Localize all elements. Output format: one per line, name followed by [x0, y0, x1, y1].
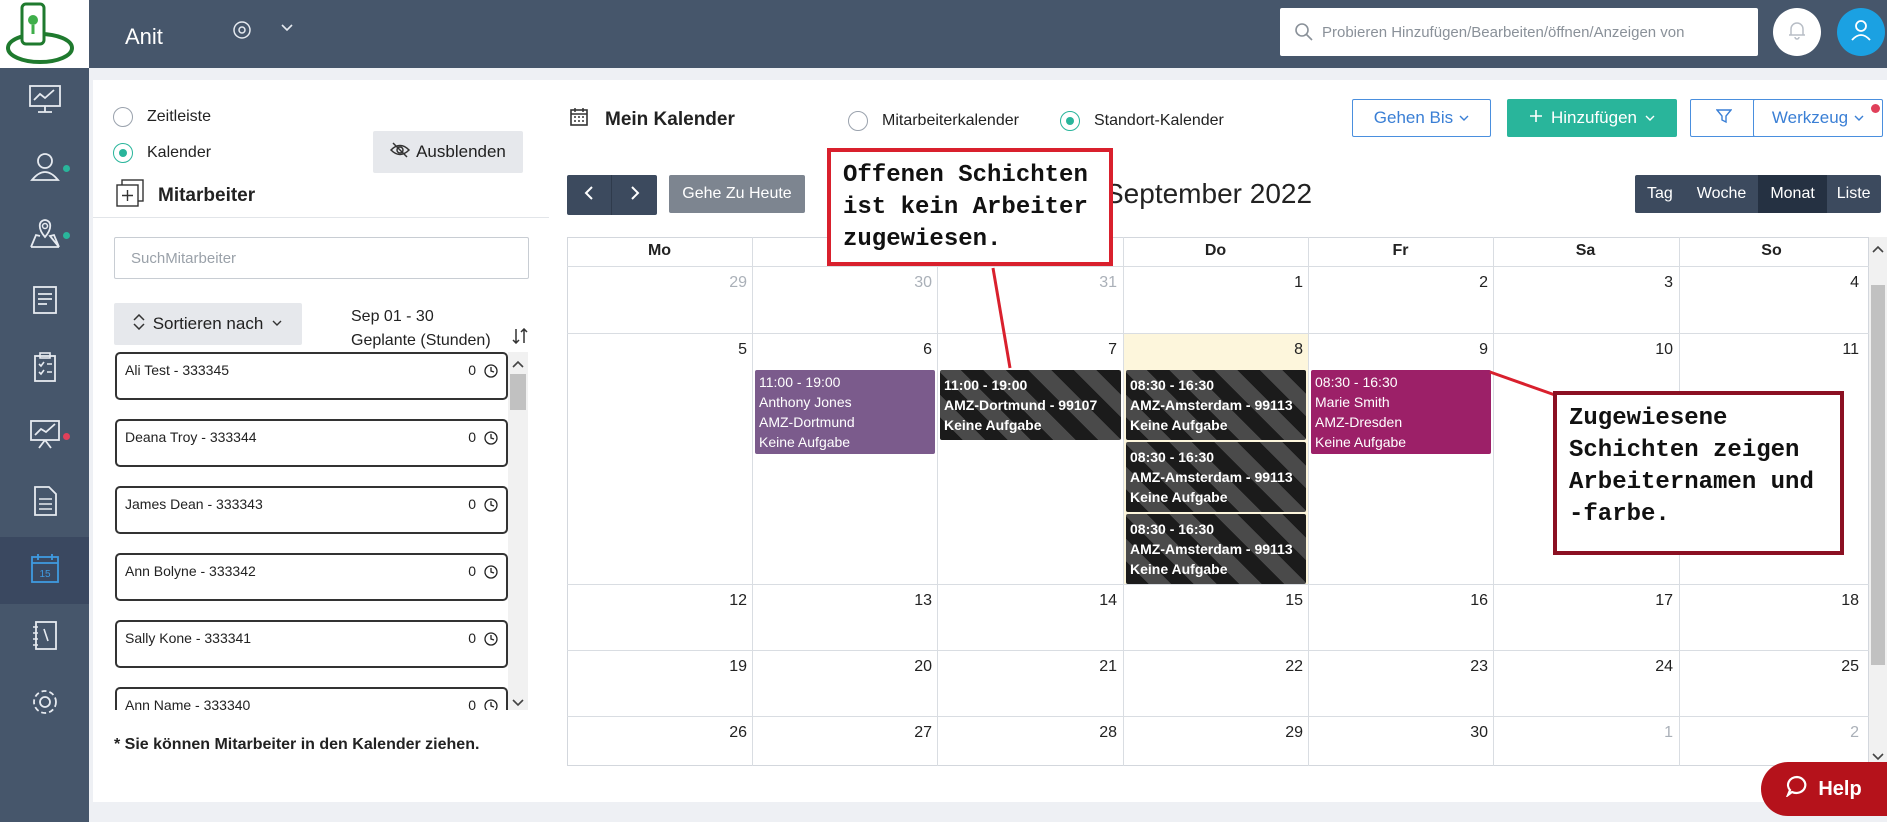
assigned-shift-callout: Zugewiesene Schichten zeigen Arbeiternam… [1553, 391, 1844, 555]
help-button[interactable]: Help [1761, 762, 1887, 816]
chat-bubble-icon [1785, 775, 1808, 803]
callout-line: Schichten zeigen [1569, 437, 1800, 464]
open-shift-callout: Offenen Schichten ist kein Arbeiter zuge… [827, 148, 1113, 266]
callout-line: ist kein Arbeiter [843, 194, 1088, 221]
callout-line: -farbe. [1569, 501, 1670, 528]
callout-line: Zugewiesene [1569, 405, 1728, 432]
help-button-label: Help [1818, 777, 1862, 800]
callout-line: zugewiesen. [843, 226, 1002, 253]
callout-line: Arbeiternamen und [1569, 469, 1814, 496]
callout-line: Offenen Schichten [843, 162, 1088, 189]
